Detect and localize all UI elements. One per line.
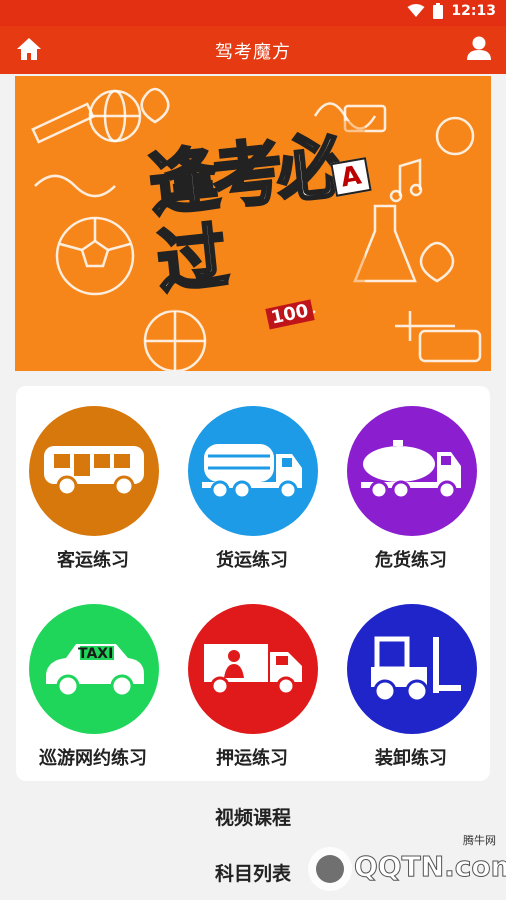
tile-freight-practice[interactable]: 货运练习 — [177, 386, 327, 571]
loading-circle — [347, 604, 477, 734]
wifi-icon — [407, 4, 425, 17]
user-icon[interactable] — [466, 35, 492, 61]
practice-card: 客运练习 货运练习 危货练习 TAXI 巡游网约练习 押运练习 装卸练习 — [16, 386, 490, 781]
hazmat-circle — [347, 406, 477, 536]
tile-escort-practice[interactable]: 押运练习 — [177, 584, 327, 769]
hazmat-tanker-icon — [361, 440, 461, 500]
promo-banner[interactable]: 逢考必过 A 100 — [15, 76, 491, 371]
tanker-truck-icon — [202, 444, 302, 500]
tile-label: 装卸练习 — [375, 748, 447, 769]
status-right: 12:13 — [407, 3, 496, 19]
tile-taxi-practice[interactable]: TAXI 巡游网约练习 — [18, 584, 168, 769]
watermark-site: 腾牛网 — [463, 834, 496, 847]
passenger-circle — [29, 406, 159, 536]
tile-passenger-practice[interactable]: 客运练习 — [18, 386, 168, 571]
tile-label: 押运练习 — [216, 748, 288, 769]
menu-video-courses[interactable]: 视频课程 — [0, 803, 506, 830]
battery-icon — [433, 3, 444, 19]
app-title: 驾考魔方 — [215, 42, 291, 63]
taxi-text: TAXI — [78, 646, 114, 662]
forklift-icon — [371, 636, 461, 703]
tile-label: 危货练习 — [375, 550, 447, 571]
banner-grade-badge: A — [330, 157, 372, 197]
status-time: 12:13 — [451, 3, 496, 19]
watermark-text: QQTN.com — [354, 850, 506, 884]
watermark-logo: QQTN.com 腾牛网 — [300, 834, 506, 894]
taxi-circle: TAXI — [29, 604, 159, 734]
tile-label: 巡游网约练习 — [39, 748, 147, 769]
tile-loading-practice[interactable]: 装卸练习 — [336, 584, 486, 769]
app-bar: 驾考魔方 — [0, 26, 506, 74]
taxi-icon — [46, 644, 144, 698]
tile-hazmat-practice[interactable]: 危货练习 — [336, 386, 486, 571]
freight-circle — [188, 406, 318, 536]
status-bar: 12:13 — [0, 0, 506, 26]
tile-label: 客运练习 — [57, 550, 129, 571]
escort-truck-icon — [204, 644, 302, 696]
banner-headline: 逢考必过 — [144, 123, 347, 305]
escort-circle — [188, 604, 318, 734]
tile-label: 货运练习 — [216, 550, 288, 571]
bus-icon — [44, 446, 144, 497]
